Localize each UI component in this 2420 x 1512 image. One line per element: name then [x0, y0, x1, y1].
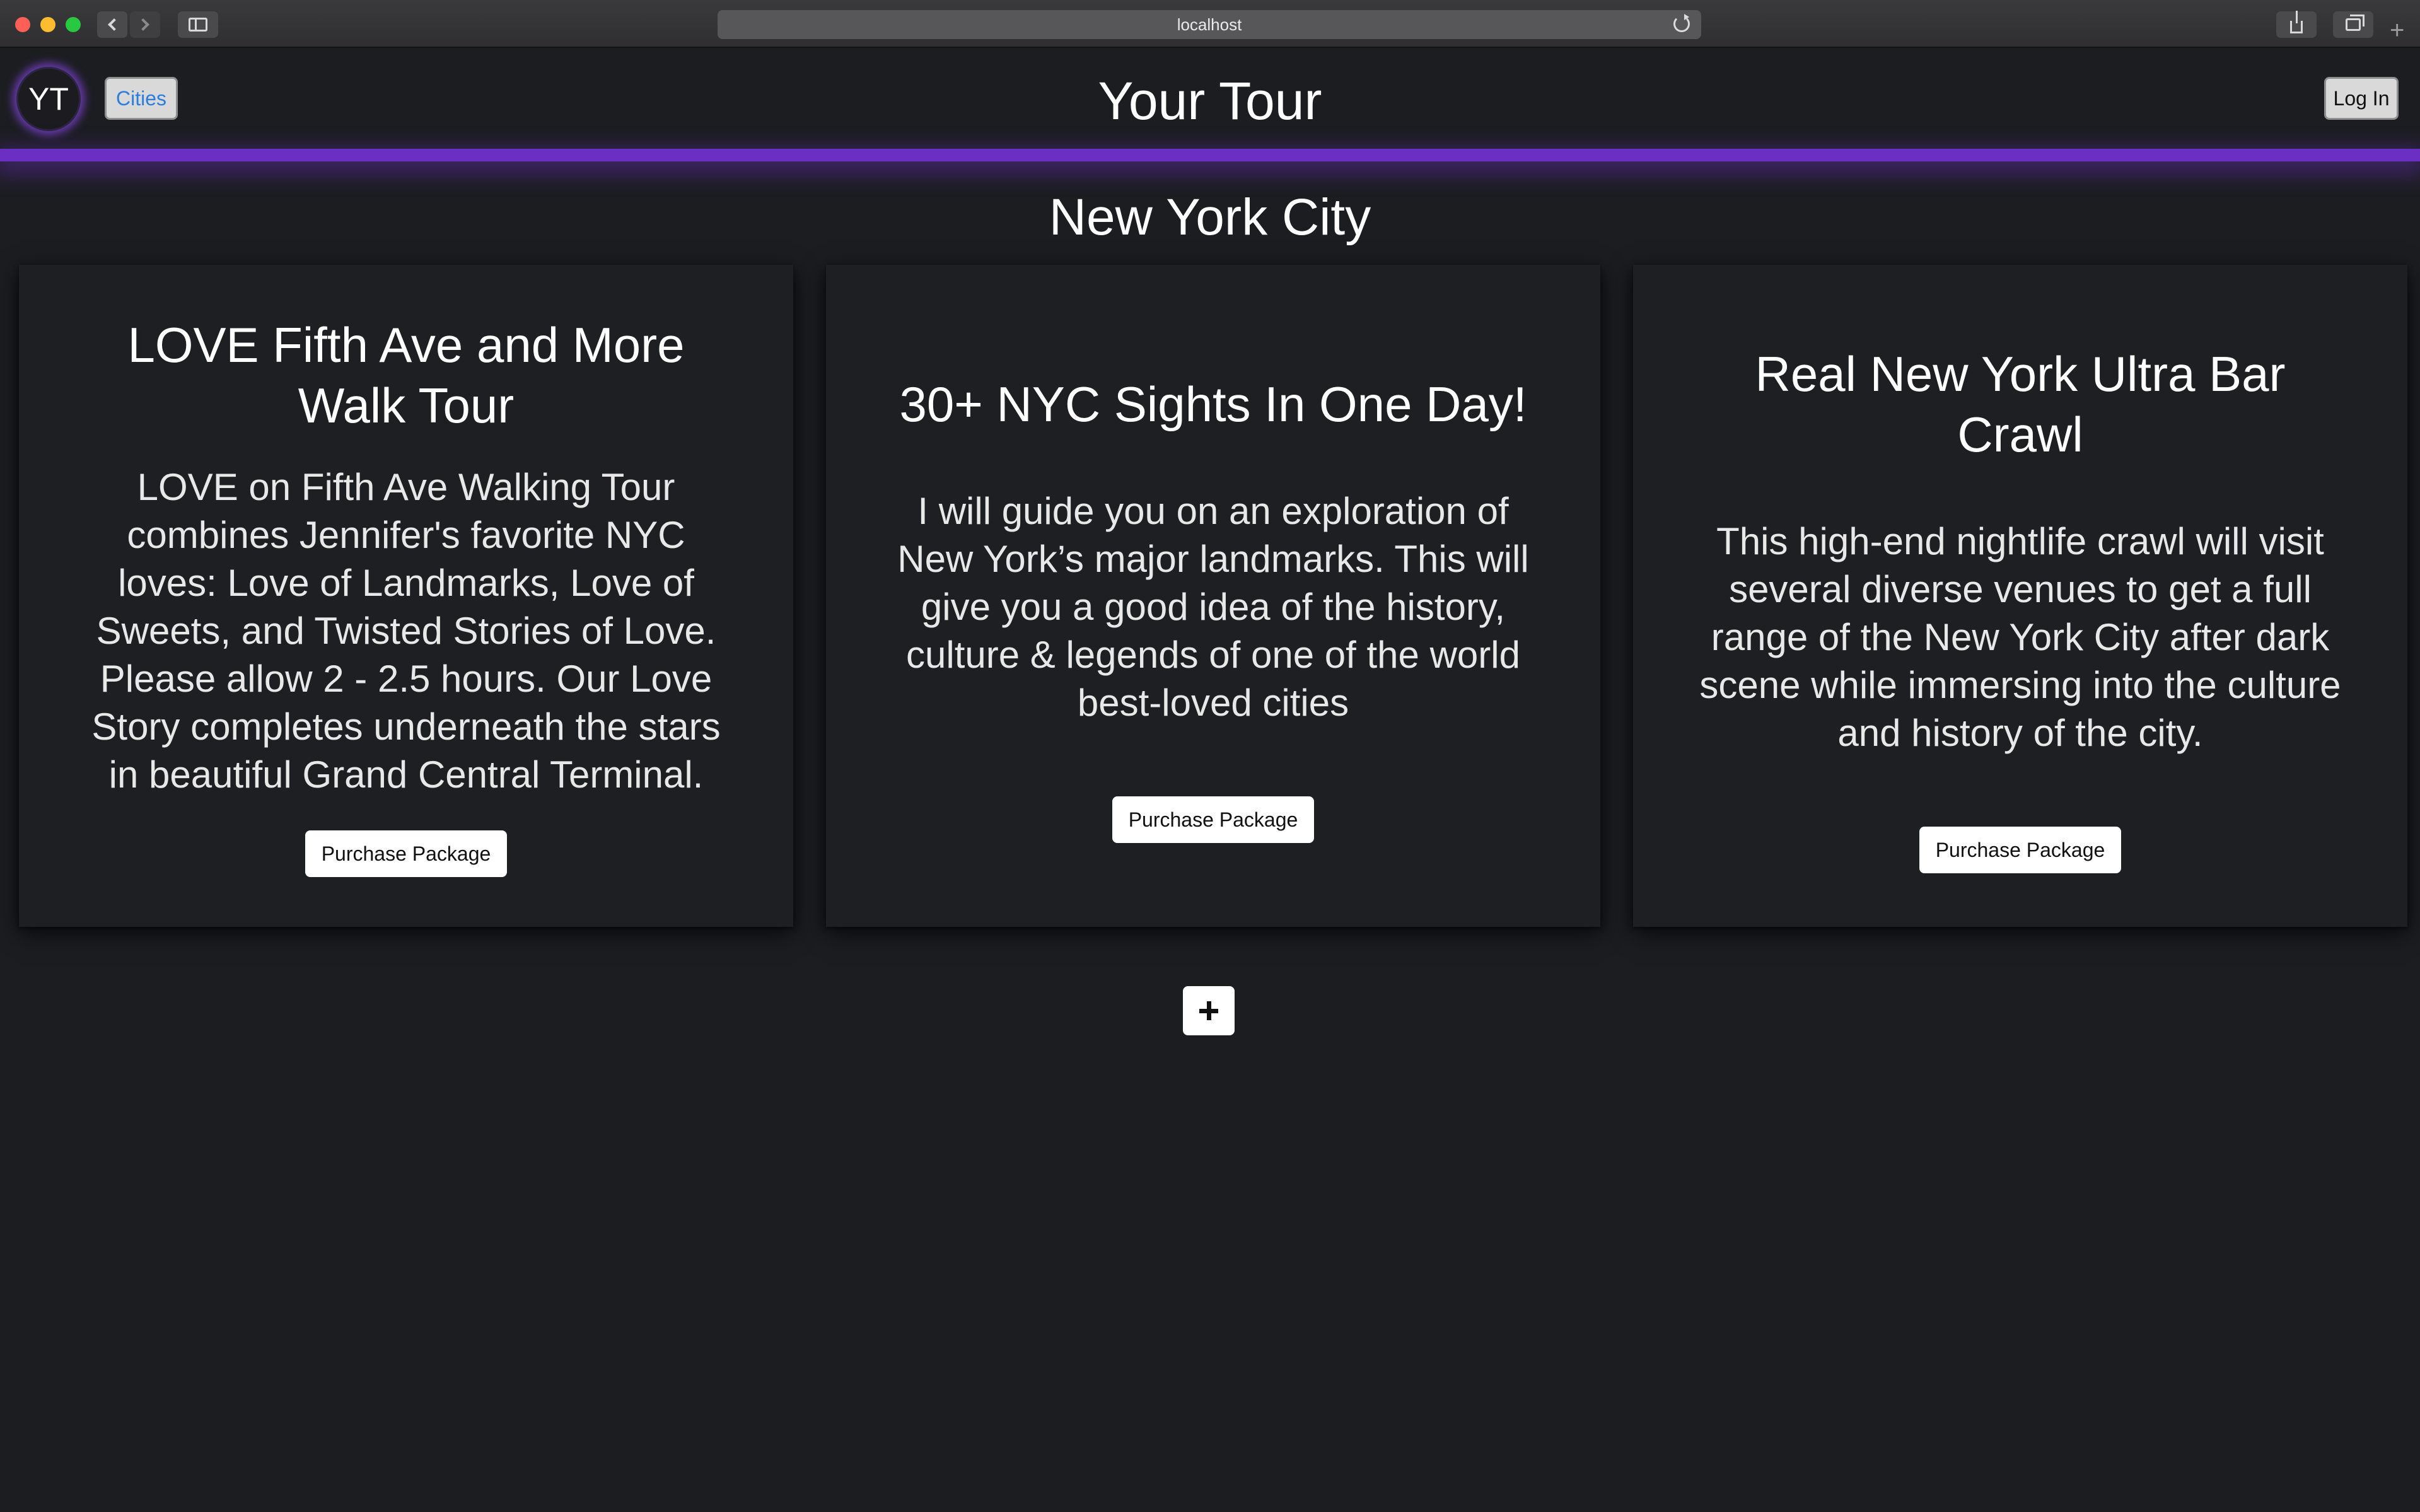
- new-tab-icon[interactable]: +: [2390, 18, 2404, 43]
- tour-title: 30+ NYC Sights In One Day!: [899, 376, 1527, 432]
- city-title: New York City: [1049, 189, 1371, 246]
- sidebar-icon: [189, 18, 207, 32]
- tour-card: 30+ NYC Sights In One Day! I will guide …: [826, 265, 1600, 927]
- tab-overview-button[interactable]: [2333, 11, 2373, 38]
- header-accent-bar: [0, 149, 2420, 161]
- purchase-package-button[interactable]: Purchase Package: [305, 830, 508, 877]
- share-icon: [2290, 11, 2303, 33]
- tour-card: LOVE Fifth Ave and More Walk Tour LOVE o…: [19, 265, 793, 927]
- add-tour-button[interactable]: [1183, 986, 1235, 1035]
- reload-icon[interactable]: [1673, 14, 1690, 32]
- plus-icon: [1199, 1001, 1218, 1020]
- browser-toolbar: localhost +: [0, 0, 2420, 48]
- url-text: localhost: [1177, 15, 1242, 34]
- tour-title: LOVE Fifth Ave and More Walk Tour: [127, 317, 685, 433]
- tour-description: I will guide you on an exploration of Ne…: [897, 490, 1529, 724]
- login-button[interactable]: Log In: [2324, 77, 2399, 120]
- tabs-icon: [2346, 15, 2365, 31]
- tour-card: Real New York Ultra Bar Crawl This high-…: [1633, 265, 2407, 927]
- minimize-window-button[interactable]: [40, 17, 55, 32]
- zoom-window-button[interactable]: [66, 17, 81, 32]
- address-bar[interactable]: localhost: [718, 10, 1701, 39]
- back-button[interactable]: [97, 11, 127, 38]
- page-title: Your Tour: [1098, 71, 1322, 131]
- sidebar-toggle-button[interactable]: [178, 11, 218, 38]
- chevron-right-icon: [137, 18, 149, 31]
- share-button[interactable]: [2276, 11, 2317, 38]
- forward-button[interactable]: [130, 11, 160, 38]
- purchase-package-button[interactable]: Purchase Package: [1112, 796, 1315, 843]
- purchase-package-button[interactable]: Purchase Package: [1919, 827, 2122, 873]
- tour-description: This high-end nightlife crawl will visit…: [1699, 520, 2341, 754]
- tour-title: Real New York Ultra Bar Crawl: [1755, 346, 2286, 462]
- tour-description: LOVE on Fifth Ave Walking Tour combines …: [91, 466, 721, 796]
- app-header: YT Cities Your Tour Log In: [0, 48, 2420, 149]
- close-window-button[interactable]: [15, 17, 30, 32]
- chevron-left-icon: [108, 18, 120, 31]
